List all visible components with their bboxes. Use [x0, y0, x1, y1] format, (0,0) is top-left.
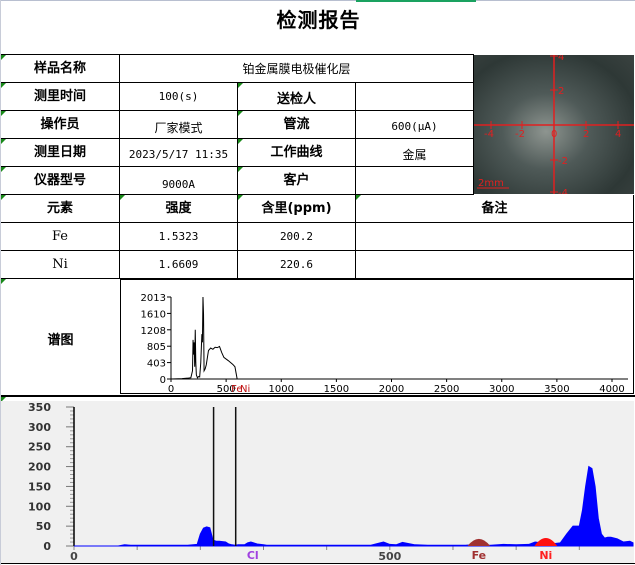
y-tick-label: 100: [28, 500, 51, 513]
element-label: Cl: [247, 549, 259, 562]
x-tick-label: 3500: [544, 384, 569, 395]
model-label: 仪器型号: [1, 167, 120, 195]
crosshair-overlay: -4 -2 0 2 4 4 2 -2 -4 2mm: [474, 52, 634, 199]
operator-label: 操作员: [1, 111, 120, 139]
y-tick-label: 200: [28, 461, 51, 474]
x-tick-label: 2500: [434, 384, 459, 395]
header-text: 备注: [481, 201, 508, 216]
top-border: [1, 0, 635, 1]
curve-label: 工作曲线: [238, 139, 356, 167]
label-text: 谱图: [47, 332, 74, 348]
sender-label: 送检人: [238, 83, 356, 111]
table-cell[interactable]: 200.2: [238, 223, 356, 251]
y-tick-label: 250: [28, 441, 51, 454]
date-value[interactable]: 2023/5/17 11:35: [120, 139, 238, 167]
header-text: 元素: [46, 201, 73, 216]
table-cell[interactable]: 1.5323: [120, 223, 238, 251]
large-spectrum: 0 50 100 150 200 250 300 350 0 500 Cl Fe Ni: [1, 401, 634, 563]
divider: [1, 395, 635, 397]
label-text: 操作员: [40, 117, 80, 132]
y-tick-label: 403: [147, 359, 166, 370]
y-tick-label: 2013: [141, 293, 166, 304]
tick-label: 4: [615, 129, 621, 140]
tick-label: -4: [558, 188, 568, 194]
column-header: 元素: [1, 195, 120, 223]
column-header: 含里(ppm): [238, 195, 356, 223]
element-marker: Ni: [240, 384, 250, 395]
report-title: 检测报告: [276, 8, 361, 32]
header-text: 强度: [165, 201, 192, 216]
label-text: 测里时间: [33, 89, 86, 104]
x-tick-label: 1500: [324, 384, 349, 395]
label-text: 仪器型号: [33, 173, 86, 188]
element-label: Ni: [539, 549, 552, 562]
model-value[interactable]: 9000A: [120, 167, 238, 195]
tick-label: 4: [558, 55, 564, 63]
element-peak: [467, 538, 491, 546]
x-tick-label: 500: [378, 550, 401, 563]
y-tick-label: 150: [28, 480, 51, 493]
column-header: 强度: [120, 195, 238, 223]
label-text: 工作曲线: [270, 145, 323, 160]
header-text: 含里(ppm): [261, 201, 332, 216]
x-tick-label: 0: [168, 384, 174, 395]
current-value[interactable]: 600(μA): [356, 111, 474, 139]
y-tick-label: 1208: [141, 326, 166, 337]
x-tick-label: 4000: [599, 384, 624, 395]
sender-value[interactable]: [356, 83, 474, 111]
tick-label: 0: [551, 129, 557, 140]
label-text: 测里日期: [33, 145, 86, 160]
large-spectrum-chart: 0 50 100 150 200 250 300 350 0 500 Cl Fe Ni: [28, 401, 634, 563]
x-tick-label: 3000: [489, 384, 514, 395]
table-cell[interactable]: [356, 223, 634, 251]
report-page: 检测报告 样品名称 铂金属膜电极催化层 测里时间 100(s) 送检人 操作员 …: [0, 0, 635, 565]
spectrum-line: [170, 296, 238, 380]
table-cell[interactable]: 1.6609: [120, 251, 238, 279]
small-spectrum-chart: 04038051208161020130 500 1000 1500 2000 2500 3…: [141, 293, 628, 395]
x-tick-label: 0: [70, 550, 78, 563]
label-text: 送检人: [276, 92, 316, 107]
column-header: 备注: [356, 195, 634, 223]
y-tick-label: 50: [36, 520, 52, 533]
y-tick-label: 0: [160, 375, 166, 386]
sample-name-value[interactable]: 铂金属膜电极催化层: [120, 55, 474, 83]
label-text: 样品名称: [33, 61, 86, 76]
y-tick-label: 0: [43, 540, 51, 553]
element-peak: [534, 538, 558, 546]
spectrum-area: [74, 465, 634, 547]
client-value[interactable]: [356, 167, 474, 195]
table-cell[interactable]: [356, 251, 634, 279]
tick-label: -4: [484, 129, 494, 140]
time-value[interactable]: 100(s): [120, 83, 238, 111]
date-label: 测里日期: [1, 139, 120, 167]
y-tick-label: 1610: [141, 309, 166, 320]
tick-label: -2: [558, 156, 568, 167]
y-tick-label: 805: [147, 342, 166, 353]
label-text: 管流: [283, 117, 310, 132]
sample-photo: -4 -2 0 2 4 4 2 -2 -4 2mm: [474, 52, 634, 199]
divider: [1, 563, 635, 564]
y-tick-label: 300: [28, 421, 51, 434]
spectrum-label: 谱图: [1, 279, 120, 396]
selection-indicator: [356, 0, 476, 2]
sample-name-label: 样品名称: [1, 55, 120, 83]
small-spectrum: 0 403 805 1208 1610 2013 0 500 1000 1500 2000 2500 3…: [120, 279, 634, 395]
client-label: 客户: [238, 167, 356, 195]
tick-label: 2: [583, 129, 589, 140]
operator-value[interactable]: 厂家模式: [120, 111, 238, 139]
element-label: Fe: [472, 549, 487, 562]
table-cell[interactable]: Fe: [1, 223, 120, 251]
tick-label: -2: [515, 129, 525, 140]
label-text: 客户: [283, 173, 310, 188]
y-tick-label: 350: [28, 401, 51, 414]
tick-label: 2: [558, 86, 564, 97]
scale-label: 2mm: [478, 178, 504, 189]
current-label: 管流: [238, 111, 356, 139]
table-cell[interactable]: Ni: [1, 251, 120, 279]
x-tick-label: 1000: [269, 384, 294, 395]
table-cell[interactable]: 220.6: [238, 251, 356, 279]
x-tick-label: 2000: [379, 384, 404, 395]
time-label: 测里时间: [1, 83, 120, 111]
curve-value[interactable]: 金属: [356, 139, 474, 167]
